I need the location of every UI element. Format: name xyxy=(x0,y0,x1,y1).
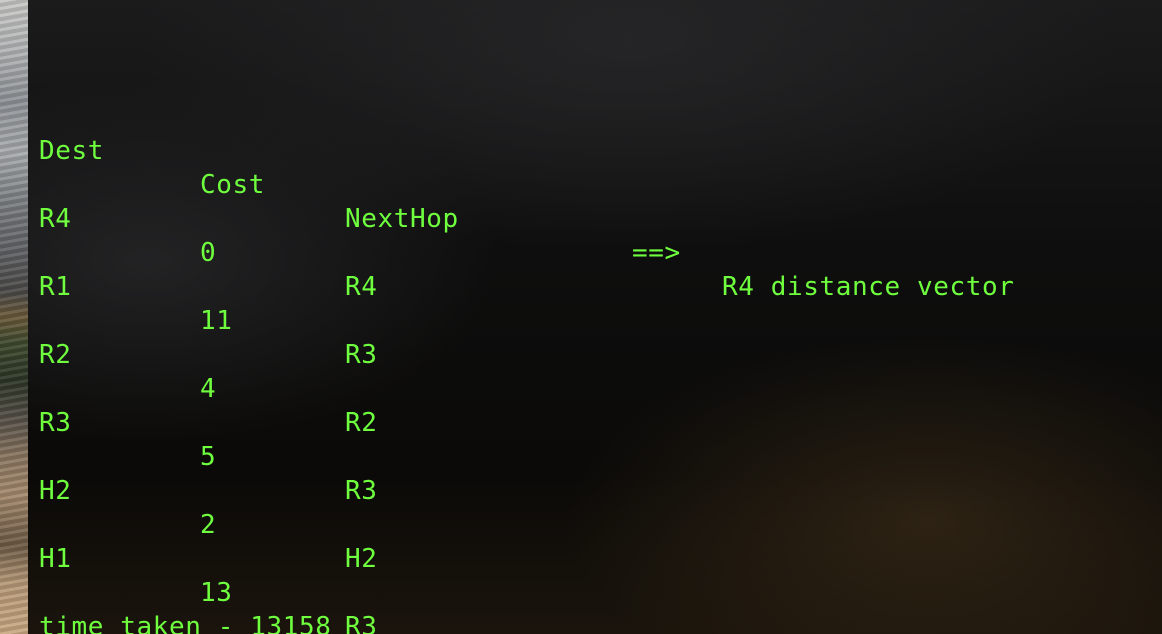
desktop-screen: Dest Cost NextHop ==> R4 distance vector… xyxy=(0,0,1162,634)
row-dest: R2 xyxy=(39,340,72,370)
row-cost: 2 xyxy=(200,510,217,540)
row-nexthop: R2 xyxy=(345,408,378,438)
row-cost: 5 xyxy=(200,442,217,472)
table-row: H1 13 R3 xyxy=(39,508,377,634)
header-cost: Cost xyxy=(200,170,266,200)
row-nexthop: R4 xyxy=(345,272,378,302)
row-nexthop: R3 xyxy=(345,340,378,370)
row-dest: R1 xyxy=(39,272,72,302)
row-cost: 11 xyxy=(200,306,233,336)
header-title: R4 distance vector xyxy=(722,272,1015,302)
row-cost: 4 xyxy=(200,374,217,404)
table-row: R1 11 R3 xyxy=(39,236,377,370)
header-dest: Dest xyxy=(39,136,105,166)
terminal-output: Dest Cost NextHop ==> R4 distance vector… xyxy=(39,0,1014,634)
terminal-window[interactable]: Dest Cost NextHop ==> R4 distance vector… xyxy=(28,0,1162,634)
table-row: R2 4 R2 xyxy=(39,304,377,438)
row-nexthop: R3 xyxy=(345,612,378,634)
row-dest: H2 xyxy=(39,476,72,506)
row-dest: H1 xyxy=(39,544,72,574)
table-row: R3 5 R3 xyxy=(39,372,377,506)
row-nexthop: R3 xyxy=(345,476,378,506)
header-arrow: ==> xyxy=(632,238,681,268)
time-taken-line: time taken - 13158 xyxy=(39,576,331,634)
row-dest: R4 xyxy=(39,204,72,234)
row-nexthop: H2 xyxy=(345,544,378,574)
header-nexthop: NextHop xyxy=(345,204,459,234)
row-cost: 0 xyxy=(200,238,217,268)
table-row: H2 2 H2 xyxy=(39,440,377,574)
time-taken-text: time taken - 13158 xyxy=(39,612,332,634)
table-row: R4 0 R4 xyxy=(39,168,377,302)
row-dest: R3 xyxy=(39,408,72,438)
table-header-row: Dest Cost NextHop ==> R4 distance vector xyxy=(39,100,1014,302)
desktop-wallpaper xyxy=(0,0,30,634)
row-cost: 13 xyxy=(200,578,233,608)
